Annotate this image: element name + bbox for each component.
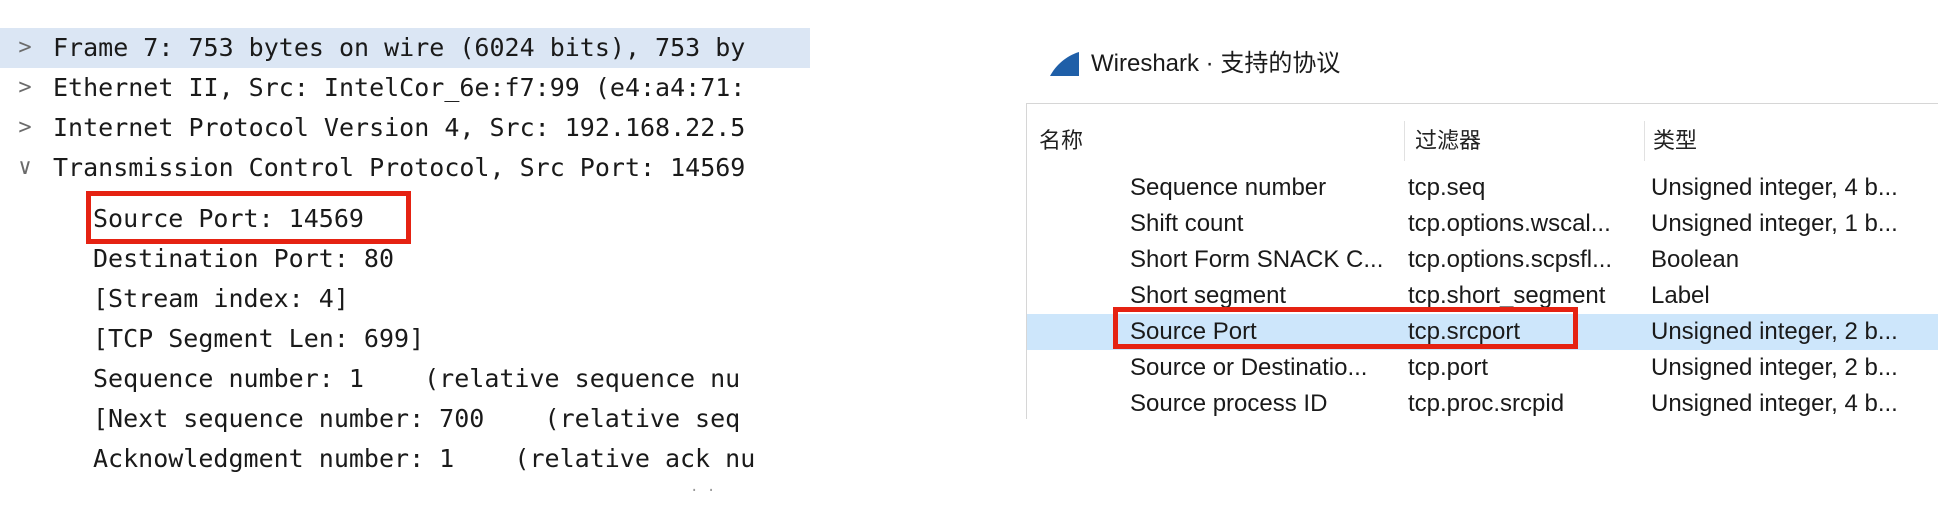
- cell-type: Unsigned integer, 2 b...: [1651, 318, 1898, 345]
- cell-type: Label: [1651, 282, 1710, 309]
- table-row[interactable]: Source process ID tcp.proc.srcpid Unsign…: [1027, 386, 1938, 419]
- highlight-box-source-port-filter: [1113, 307, 1578, 349]
- cell-name: Source or Destinatio...: [1130, 354, 1368, 381]
- field-label: Destination Port: 80: [93, 244, 395, 273]
- dialog-title: Wireshark · 支持的协议: [1091, 50, 1341, 77]
- cell-filter: tcp.port: [1408, 354, 1489, 381]
- column-header-name[interactable]: 名称: [1027, 121, 1305, 161]
- cell-type: Unsigned integer, 2 b...: [1651, 354, 1898, 381]
- field-label: [TCP Segment Len: 699]: [93, 324, 425, 353]
- tree-row-label: Internet Protocol Version 4, Src: 192.16…: [53, 113, 746, 142]
- protocol-field-table: 名称 过滤器 类型 Sequence number tcp.seq Unsign…: [1026, 103, 1938, 419]
- chevron-right-icon[interactable]: >: [14, 68, 36, 108]
- cell-filter: tcp.seq: [1408, 174, 1486, 201]
- truncated-row-hint: · ·: [690, 483, 716, 499]
- packet-details-pane: > Frame 7: 753 bytes on wire (6024 bits)…: [0, 0, 810, 520]
- supported-protocols-dialog: Wireshark · 支持的协议 名称 过滤器 类型 Sequence num…: [1026, 0, 1938, 520]
- column-header-filter[interactable]: 过滤器: [1404, 121, 1645, 161]
- cell-type: Boolean: [1651, 246, 1740, 273]
- table-row[interactable]: Shift count tcp.options.wscal... Unsigne…: [1027, 206, 1938, 242]
- field-label: [Next sequence number: 700 (relative seq: [93, 404, 741, 433]
- tree-row-label: Ethernet II, Src: IntelCor_6e:f7:99 (e4:…: [53, 73, 746, 102]
- tree-row-frame[interactable]: > Frame 7: 753 bytes on wire (6024 bits)…: [0, 28, 810, 68]
- cell-type: Unsigned integer, 4 b...: [1651, 390, 1898, 417]
- column-header-type[interactable]: 类型: [1644, 121, 1938, 161]
- table-row[interactable]: Sequence number tcp.seq Unsigned integer…: [1027, 170, 1938, 206]
- tree-row-label: Frame 7: 753 bytes on wire (6024 bits), …: [53, 33, 746, 62]
- chevron-right-icon[interactable]: >: [14, 108, 36, 148]
- table-row[interactable]: Source or Destinatio... tcp.port Unsigne…: [1027, 350, 1938, 386]
- tree-row-ipv4[interactable]: > Internet Protocol Version 4, Src: 192.…: [0, 108, 810, 148]
- tree-row-label: Transmission Control Protocol, Src Port:…: [53, 153, 746, 182]
- highlight-box-source-port: [86, 191, 411, 244]
- cell-filter: tcp.options.wscal...: [1408, 210, 1611, 237]
- chevron-right-icon[interactable]: >: [14, 28, 36, 68]
- field-label: Acknowledgment number: 1 (relative ack n…: [93, 444, 756, 473]
- cell-type: Unsigned integer, 4 b...: [1651, 174, 1898, 201]
- cell-name: Short Form SNACK C...: [1130, 246, 1384, 273]
- cell-name: Sequence number: [1130, 174, 1327, 201]
- tree-row-ethernet[interactable]: > Ethernet II, Src: IntelCor_6e:f7:99 (e…: [0, 68, 810, 108]
- field-label: [Stream index: 4]: [93, 284, 349, 313]
- cell-name: Source process ID: [1130, 390, 1328, 417]
- wireshark-fin-icon: [1050, 52, 1079, 76]
- cell-name: Shift count: [1130, 210, 1244, 237]
- chevron-down-icon[interactable]: ∨: [14, 148, 36, 188]
- cell-filter: tcp.options.scpsfl...: [1408, 246, 1613, 273]
- cell-filter: tcp.proc.srcpid: [1408, 390, 1565, 417]
- cell-type: Unsigned integer, 1 b...: [1651, 210, 1898, 237]
- table-row[interactable]: Short Form SNACK C... tcp.options.scpsfl…: [1027, 242, 1938, 278]
- field-label: Sequence number: 1 (relative sequence nu: [93, 364, 741, 393]
- tree-row-tcp[interactable]: ∨ Transmission Control Protocol, Src Por…: [0, 148, 810, 188]
